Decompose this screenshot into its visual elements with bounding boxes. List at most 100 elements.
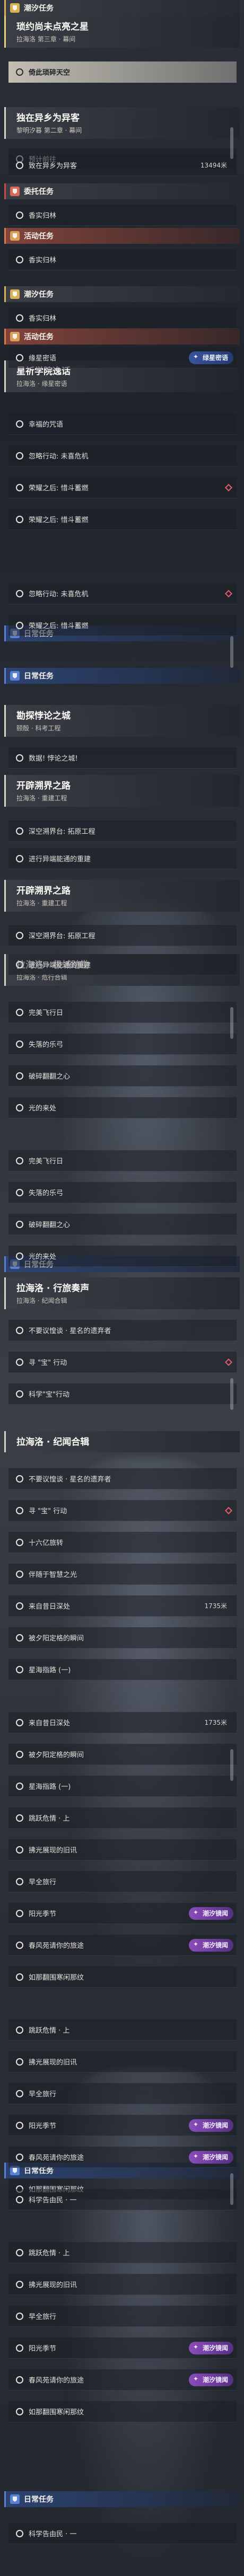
objective-circle-icon xyxy=(16,68,23,76)
quest-step[interactable]: 阳光季节 潮汐镜闻 xyxy=(8,1903,237,1924)
mission-card[interactable]: 琐约尚未点亮之星 拉海洛 第三章 · 幕间 xyxy=(4,16,240,48)
section-header-event[interactable]: 活动任务 xyxy=(4,329,240,345)
quest-step[interactable]: 早全旅行 xyxy=(8,2083,237,2104)
quest-step[interactable]: 失落的乐弓 xyxy=(8,1034,237,1055)
objective-circle-icon xyxy=(16,1750,23,1758)
quest-step[interactable]: 春风苑请你的旅途 潮汐镜闻 xyxy=(8,2147,237,2168)
mission-card[interactable]: 拉海洛 · 行旅奏声 拉海洛 · 纪闻合辑 xyxy=(4,1277,240,1309)
quest-step[interactable]: 科学告由民 · 一 xyxy=(8,2189,237,2210)
event-tag[interactable]: 潮汐镜闻 xyxy=(188,2150,233,2164)
quest-step[interactable]: 香实归林 xyxy=(8,249,237,270)
quest-step[interactable]: 十六亿旅转 xyxy=(8,1532,237,1553)
event-tag[interactable]: 潮汐镜闻 xyxy=(188,1907,233,1920)
quest-step[interactable]: 寻 "宝" 行动 xyxy=(8,1500,237,1521)
quest-step[interactable]: 完美飞行日 xyxy=(8,1150,237,1171)
quest-step[interactable]: 被夕阳定格的瞬间 xyxy=(8,1744,237,1765)
quest-step-label: 致在异乡为异客 xyxy=(29,162,77,170)
quest-step[interactable]: 破碎翻翻之心 xyxy=(8,1214,237,1235)
quest-step[interactable]: 不要议惶谈 · 星名的遗弃者 xyxy=(8,1320,237,1341)
objective-circle-icon xyxy=(16,2026,23,2034)
event-tag[interactable]: 潮汐镜闻 xyxy=(188,1938,233,1952)
quest-step[interactable]: 深空溯界台: 拓原工程 xyxy=(8,925,237,946)
quest-step[interactable]: 跳跃危情 · 上 xyxy=(8,2242,237,2263)
quest-step[interactable]: 被夕阳定格的瞬间 xyxy=(8,1627,237,1648)
quest-step[interactable]: 跳跃危情 · 上 xyxy=(8,1807,237,1829)
quest-step[interactable]: 香实归林 xyxy=(8,307,237,329)
quest-step[interactable]: 幸福的咒语 xyxy=(8,413,237,435)
quest-step[interactable]: 阳光季节 潮汐镜闻 xyxy=(8,2337,237,2359)
quest-step[interactable]: 早全旅行 xyxy=(8,2306,237,2327)
mission-card[interactable]: 开辟溯界之路 拉海洛 · 重建工程 xyxy=(4,880,240,912)
objective-circle-icon xyxy=(16,1909,23,1917)
quest-step[interactable]: 忽略行动: 未喜危机 xyxy=(8,583,237,604)
section-header-trail[interactable]: 潮汐任务 xyxy=(4,286,240,302)
quest-step[interactable]: 来自昔日深处 1735米 xyxy=(8,1595,237,1617)
quest-step-label: 阳光季节 xyxy=(29,1910,57,1918)
quest-step[interactable]: 失落的乐弓 xyxy=(8,1182,237,1203)
quest-step[interactable]: 香实归林 xyxy=(8,205,237,226)
mission-title: 独在异乡为异客 xyxy=(16,113,80,123)
quest-step[interactable]: 伴随于智慧之光 xyxy=(8,1564,237,1585)
scroll-handle[interactable] xyxy=(230,636,233,668)
quest-step[interactable]: 致在异乡为异客 13494米 xyxy=(8,155,237,176)
quest-step[interactable]: 春风苑请你的旅途 潮汐镜闻 xyxy=(8,1935,237,1956)
objective-circle-icon xyxy=(16,2058,23,2066)
quest-step[interactable]: 阳光季节 潮汐镜闻 xyxy=(8,2115,237,2136)
scroll-handle[interactable] xyxy=(230,1749,233,1781)
quest-step[interactable]: 拂光展现的旧讯 xyxy=(8,2274,237,2295)
section-header-daily[interactable]: 日常任务 xyxy=(4,2491,240,2507)
quest-step[interactable]: 倚此琐碎天空 xyxy=(8,61,237,83)
scroll-handle[interactable] xyxy=(230,127,233,159)
objective-circle-icon xyxy=(16,1782,23,1790)
mission-card[interactable]: 勘探悖论之城 颐殷 · 科考工程 xyxy=(4,705,240,737)
quest-step[interactable]: 春风苑请你的旅途 潮汐镜闻 xyxy=(8,2369,237,2390)
quest-step[interactable]: 科学告由民 · 一 xyxy=(8,2523,237,2544)
quest-step[interactable]: 拂光展现的旧讯 xyxy=(8,2051,237,2072)
quest-step-label: 来自昔日深处 xyxy=(29,1603,71,1611)
quest-step-label: 跳跃危情 · 上 xyxy=(29,1815,70,1823)
quest-step[interactable]: 科学"宝"行动 xyxy=(8,1383,237,1405)
section-header-hunt[interactable]: 委托任务 xyxy=(4,183,240,199)
section-label: 日常任务 xyxy=(24,672,54,681)
quest-step[interactable]: 如那翻围寒闲那纹 xyxy=(8,1966,237,1988)
quest-step[interactable]: 进行异端能通的重建 xyxy=(8,954,237,975)
quest-step[interactable]: 忽略行动: 未喜危机 xyxy=(8,445,237,466)
quest-step[interactable]: 完美飞行日 xyxy=(8,1002,237,1023)
section-header-daily[interactable]: 日常任务 xyxy=(4,668,240,684)
event-tag[interactable]: 潮汐镜闻 xyxy=(188,2341,233,2354)
event-tag[interactable]: 绿星密语 xyxy=(188,351,233,364)
quest-step[interactable]: 进行异端能通的重建 xyxy=(8,848,237,869)
quest-step[interactable]: 早全旅行 xyxy=(8,1871,237,1892)
section-header-trail[interactable]: 潮汐任务 xyxy=(4,0,240,16)
quest-step[interactable]: 光的来处 xyxy=(8,1097,237,1118)
quest-step-label: 阳光季节 xyxy=(29,2345,57,2353)
scroll-handle[interactable] xyxy=(230,1378,233,1410)
quest-step[interactable]: 破碎翻翻之心 xyxy=(8,1065,237,1087)
quest-step[interactable]: 荣耀之后: 惜斗蓄燃 xyxy=(8,477,237,498)
quest-step[interactable]: 荣耀之后: 惜斗蓄燃 xyxy=(8,615,237,636)
scroll-handle[interactable] xyxy=(230,1007,233,1039)
event-tag[interactable]: 潮汐镜闻 xyxy=(188,2119,233,2132)
quest-step[interactable]: 星海指路 (一) xyxy=(8,1776,237,1797)
section-header-event[interactable]: 活动任务 xyxy=(4,228,240,244)
quest-step-label: 阳光季节 xyxy=(29,2122,57,2130)
quest-step[interactable]: 数据! 悖论之城! xyxy=(8,747,237,769)
objective-circle-icon xyxy=(16,161,23,169)
quest-step[interactable]: 光的来处 xyxy=(8,1246,237,1267)
scroll-handle[interactable] xyxy=(230,2173,233,2205)
quest-step[interactable]: 拂光展现的旧讯 xyxy=(8,1839,237,1860)
event-tag[interactable]: 潮汐镜闻 xyxy=(188,2373,233,2386)
mission-card[interactable]: 开辟溯界之路 拉海洛 · 重建工程 xyxy=(4,775,240,807)
quest-step[interactable]: 来自昔日深处 1735米 xyxy=(8,1712,237,1733)
mission-card[interactable]: 独在异乡为异客 黎明汐暮 第二章 · 幕间 xyxy=(4,107,240,139)
quest-step[interactable]: 如那翻围寒闲那纹 xyxy=(8,2401,237,2422)
quest-step[interactable]: 荣耀之后: 惜斗蓄燃 xyxy=(8,509,237,530)
quest-step[interactable]: 跳跃危情 · 上 xyxy=(8,2019,237,2041)
quest-step[interactable]: 不要议惶谈 · 星名的遗弃者 xyxy=(8,1468,237,1489)
quest-step[interactable]: 深空溯界台: 拓原工程 xyxy=(8,821,237,842)
quest-step[interactable]: 寻 "宝" 行动 xyxy=(8,1352,237,1373)
quest-step-label: 科学告由民 · 一 xyxy=(29,2530,77,2538)
quest-step[interactable]: 星海指路 (一) xyxy=(8,1659,237,1680)
mission-card[interactable]: 拉海洛 · 纪闻合辑 xyxy=(4,1431,240,1452)
quest-step[interactable]: 缘星密语 绿星密语 xyxy=(8,347,237,368)
